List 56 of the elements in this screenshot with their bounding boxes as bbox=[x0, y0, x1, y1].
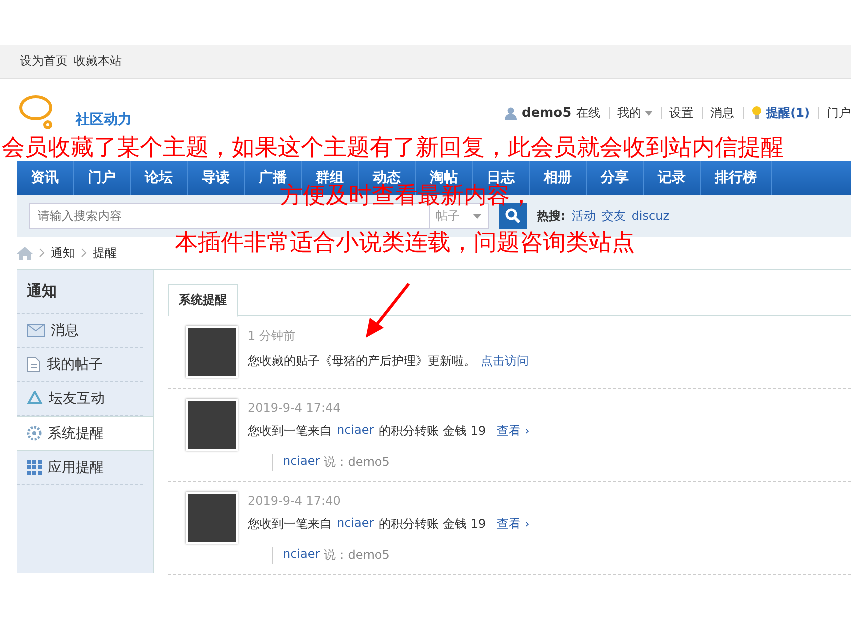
user-menu-link[interactable]: 消息 bbox=[710, 104, 735, 122]
avatar-placeholder bbox=[186, 399, 238, 451]
user-icon bbox=[505, 106, 518, 120]
notification-text: 您收到一笔来自 bbox=[248, 423, 332, 440]
annotation-text: 会员收藏了某个主题，如果这个主题有了新回复，此会员就会收到站内信提醒 bbox=[2, 135, 784, 161]
notification-text: 的积分转账 金钱 19 bbox=[379, 516, 486, 533]
quote-text: 说：demo5 bbox=[324, 547, 390, 564]
top-link[interactable]: 收藏本站 bbox=[74, 53, 122, 70]
tab[interactable]: 系统提醒 bbox=[168, 284, 238, 317]
hot-search-link[interactable]: 活动 bbox=[572, 208, 596, 224]
user-menu-link[interactable]: 门户 bbox=[827, 104, 851, 122]
notification-time: 1 分钟前 bbox=[248, 328, 296, 345]
gear-icon bbox=[27, 426, 42, 441]
user-link[interactable]: nciaer bbox=[337, 516, 374, 533]
document-icon bbox=[27, 356, 41, 372]
annotation-text: 本插件非常适合小说类连载，问题咨询类站点 bbox=[175, 230, 635, 256]
envelope-icon bbox=[27, 324, 45, 337]
notification-time: 2019-9-4 17:44 bbox=[248, 401, 342, 415]
sidebar-item[interactable]: 消息 bbox=[17, 314, 143, 348]
user-link[interactable]: nciaer bbox=[283, 547, 320, 564]
logo-tagline: 社区动力 bbox=[76, 111, 132, 129]
avatar-placeholder bbox=[186, 326, 238, 378]
breadcrumb-link[interactable]: 通知 bbox=[51, 244, 75, 262]
notification-text: 您收藏的贴子《母猪的产后护理》更新啦。 bbox=[248, 353, 476, 370]
notification-link[interactable]: 查看 › bbox=[497, 516, 530, 533]
notification-text: 您收到一笔来自 bbox=[248, 516, 332, 533]
lightbulb-icon bbox=[752, 106, 762, 120]
notification-text: 的积分转账 金钱 19 bbox=[379, 423, 486, 440]
hot-search-link[interactable]: 交友 bbox=[602, 208, 626, 224]
search-icon bbox=[505, 208, 521, 224]
breadcrumb-link[interactable]: 提醒 bbox=[93, 244, 117, 262]
user-link[interactable]: nciaer bbox=[283, 454, 320, 471]
caret-icon bbox=[644, 110, 653, 116]
hot-search-link[interactable]: discuz bbox=[632, 209, 670, 223]
caret-icon bbox=[473, 214, 482, 218]
user-menu-link[interactable]: 设置 bbox=[670, 104, 694, 122]
home-icon[interactable] bbox=[17, 246, 33, 260]
online-status: 在线 bbox=[576, 104, 601, 122]
chevron-icon bbox=[81, 248, 87, 258]
sidebar-item[interactable]: 系统提醒 bbox=[17, 416, 154, 451]
notification-time: 2019-9-4 17:40 bbox=[248, 494, 342, 508]
notification-link[interactable]: 点击访问 bbox=[481, 353, 529, 370]
hot-search-label: 热搜: bbox=[537, 208, 566, 224]
chevron-icon bbox=[39, 248, 45, 258]
user-link[interactable]: nciaer bbox=[337, 423, 374, 440]
top-link[interactable]: 设为首页 bbox=[20, 53, 68, 70]
notification-link[interactable]: 查看 › bbox=[497, 423, 530, 440]
username-link[interactable]: demo5 bbox=[522, 106, 572, 120]
avatar-placeholder bbox=[186, 492, 238, 544]
sidebar-item[interactable]: 我的帖子 bbox=[17, 348, 143, 382]
sidebar-title: 通知 bbox=[17, 270, 143, 314]
user-menu-link[interactable]: 提醒(1) bbox=[766, 104, 810, 122]
sidebar-item[interactable]: 应用提醒 bbox=[17, 451, 143, 485]
grid-icon bbox=[27, 460, 42, 475]
user-menu-link[interactable]: 我的 bbox=[618, 104, 653, 122]
quote-text: 说：demo5 bbox=[324, 454, 390, 471]
